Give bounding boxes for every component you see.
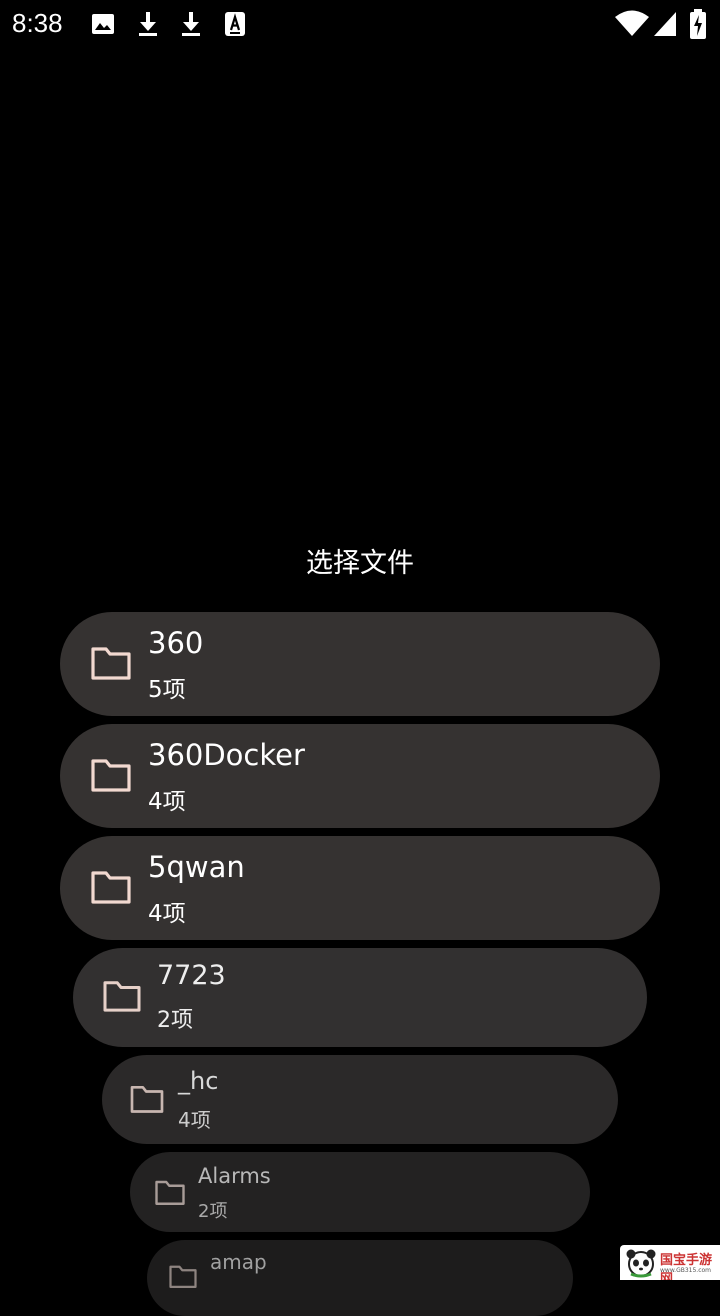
folder-item-count: 2项 <box>157 1008 193 1033</box>
folder-item-count: 5项 <box>148 677 186 703</box>
folder-name: Alarms <box>198 1164 271 1188</box>
watermark-logo: 国宝手游网 www.GB315.com <box>620 1245 720 1280</box>
list-item[interactable]: 360Docker 4项 <box>60 724 660 828</box>
status-bar: 8:38 <box>0 0 720 50</box>
download-icon <box>182 12 200 36</box>
folder-name: 5qwan <box>148 850 245 884</box>
list-item[interactable]: 5qwan 4项 <box>60 836 660 940</box>
list-item[interactable]: _hc 4项 <box>102 1055 618 1144</box>
battery-charging-icon <box>690 9 706 39</box>
folder-icon <box>91 647 131 680</box>
folder-item-count: 4项 <box>178 1108 211 1132</box>
wifi-icon <box>615 10 649 36</box>
folder-icon <box>130 1086 164 1113</box>
folder-name: 7723 <box>157 960 226 991</box>
folder-icon <box>91 759 131 792</box>
folder-icon <box>91 871 131 904</box>
signal-icon <box>654 12 676 36</box>
panda-icon <box>626 1249 656 1278</box>
download-icon <box>139 12 157 36</box>
status-time: 8:38 <box>12 8 63 38</box>
image-icon <box>92 14 114 34</box>
list-item[interactable]: Alarms 2项 <box>130 1152 590 1232</box>
folder-icon <box>169 1265 197 1289</box>
folder-item-count: 2项 <box>198 1201 228 1222</box>
folder-icon <box>155 1180 185 1205</box>
list-item[interactable]: amap <box>147 1240 573 1316</box>
list-item[interactable]: 360 5项 <box>60 612 660 716</box>
folder-icon <box>103 981 141 1012</box>
folder-name: 360 <box>148 626 204 660</box>
folder-name: 360Docker <box>148 738 305 772</box>
folder-item-count: 4项 <box>148 789 186 815</box>
dialog-title: 选择文件 <box>306 548 414 579</box>
watermark-subtext: www.GB315.com <box>660 1267 712 1274</box>
list-item[interactable]: 7723 2项 <box>73 948 647 1047</box>
folder-name: amap <box>210 1250 267 1274</box>
folder-name: _hc <box>178 1067 219 1095</box>
folder-item-count: 4项 <box>148 901 186 927</box>
watermark-text: 国宝手游网 <box>660 1253 713 1280</box>
accessibility-app-icon <box>225 12 245 36</box>
